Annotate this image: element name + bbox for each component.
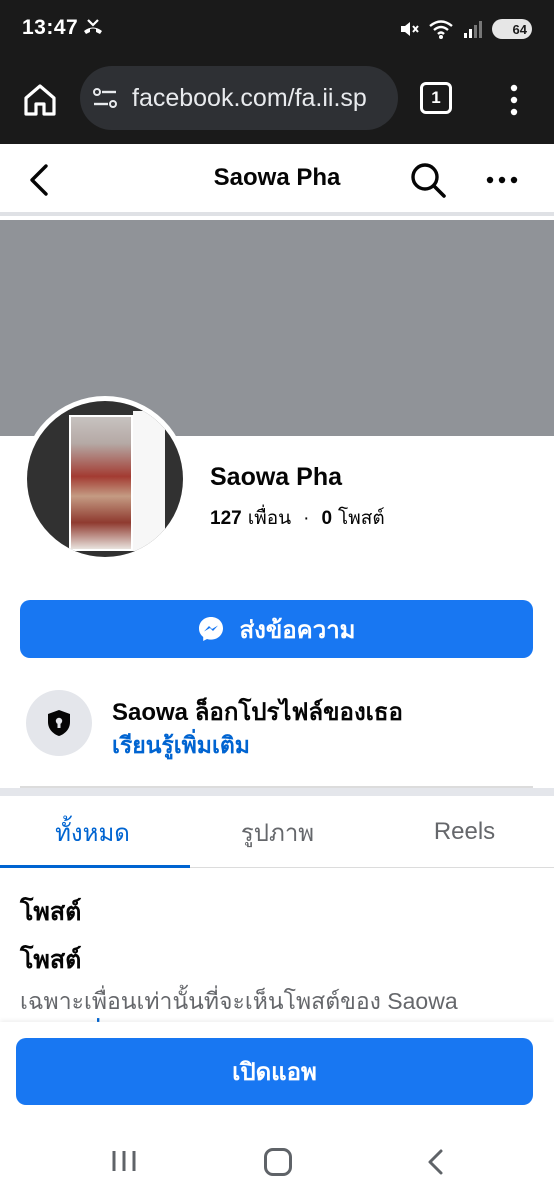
browser-toolbar: facebook.com/fa.ii.sp 1 [0,58,554,144]
status-icons: 64 [398,14,532,44]
profile-stats: 127 เพื่อน · 0 โพสต์ [210,503,385,533]
browser-menu-icon[interactable] [504,80,524,120]
back-nav-icon[interactable] [424,1148,446,1176]
stats-separator: · [303,508,310,529]
send-message-label: ส่งข้อความ [239,616,356,644]
tab-all-label: ทั้งหมด [55,819,130,847]
status-bar: 13:47 64 [0,0,554,58]
profile-photo-image [69,415,133,551]
search-icon[interactable] [408,160,448,200]
tab-reels-label: Reels [433,818,496,845]
tab-photos-label: รูปภาพ [240,819,315,847]
profile-picture[interactable] [27,401,183,557]
battery-indicator: 64 [492,19,532,39]
site-settings-icon[interactable] [90,83,120,113]
lock-badge [26,690,92,756]
status-time: 13:47 [22,16,79,39]
page-title: Saowa Pha [213,164,341,191]
locked-profile-title: Saowa ล็อกโปรไฟล์ของเธอ [112,699,403,726]
missed-call-icon [84,19,102,34]
more-options-icon[interactable] [484,168,520,192]
section-divider [0,788,554,796]
mute-icon [401,22,419,36]
fb-top-header: Saowa Pha [0,144,554,216]
messenger-icon [199,617,224,641]
post-label: โพสต์ [20,946,82,974]
privacy-notice-text: เฉพาะเพื่อนเท่านั้นที่จะเห็นโพสต์ของ Sao… [20,988,458,1014]
posts-heading: โพสต์ [20,898,82,926]
shield-lock-icon [48,710,70,736]
tab-photos[interactable]: รูปภาพ [185,796,370,868]
system-navigation-bar [0,1122,554,1200]
learn-more-link[interactable]: เรียนรู้เพิ่มเติม [112,728,250,764]
url-text[interactable]: facebook.com/fa.ii.sp [132,84,388,113]
friends-label[interactable]: เพื่อน [248,503,291,533]
friends-count[interactable]: 127 [210,508,242,530]
tab-switcher-button[interactable]: 1 [420,82,452,114]
tab-all[interactable]: ทั้งหมด [0,796,185,868]
posts-count: 0 [321,508,333,529]
posts-label: โพสต์ [338,508,385,529]
address-bar[interactable]: facebook.com/fa.ii.sp [80,66,398,130]
tab-reels[interactable]: Reels [372,796,554,868]
open-app-label: เปิดแอพ [232,1059,317,1086]
profile-tabs: ทั้งหมด รูปภาพ Reels [0,796,554,868]
battery-level: 64 [512,21,527,37]
active-tab-indicator [0,865,190,868]
open-app-button[interactable]: เปิดแอพ [16,1038,533,1105]
profile-photo-backdrop [133,411,165,551]
profile-name: Saowa Pha [210,463,342,491]
send-message-button[interactable]: ส่งข้อความ [20,600,533,658]
tab-count: 1 [431,88,441,107]
recent-apps-icon[interactable] [110,1148,138,1174]
signal-icon [464,21,482,38]
open-app-banner: เปิดแอพ [0,1022,554,1122]
home-icon[interactable] [20,80,60,120]
wifi-icon [429,20,453,39]
home-nav-icon[interactable] [264,1148,292,1176]
